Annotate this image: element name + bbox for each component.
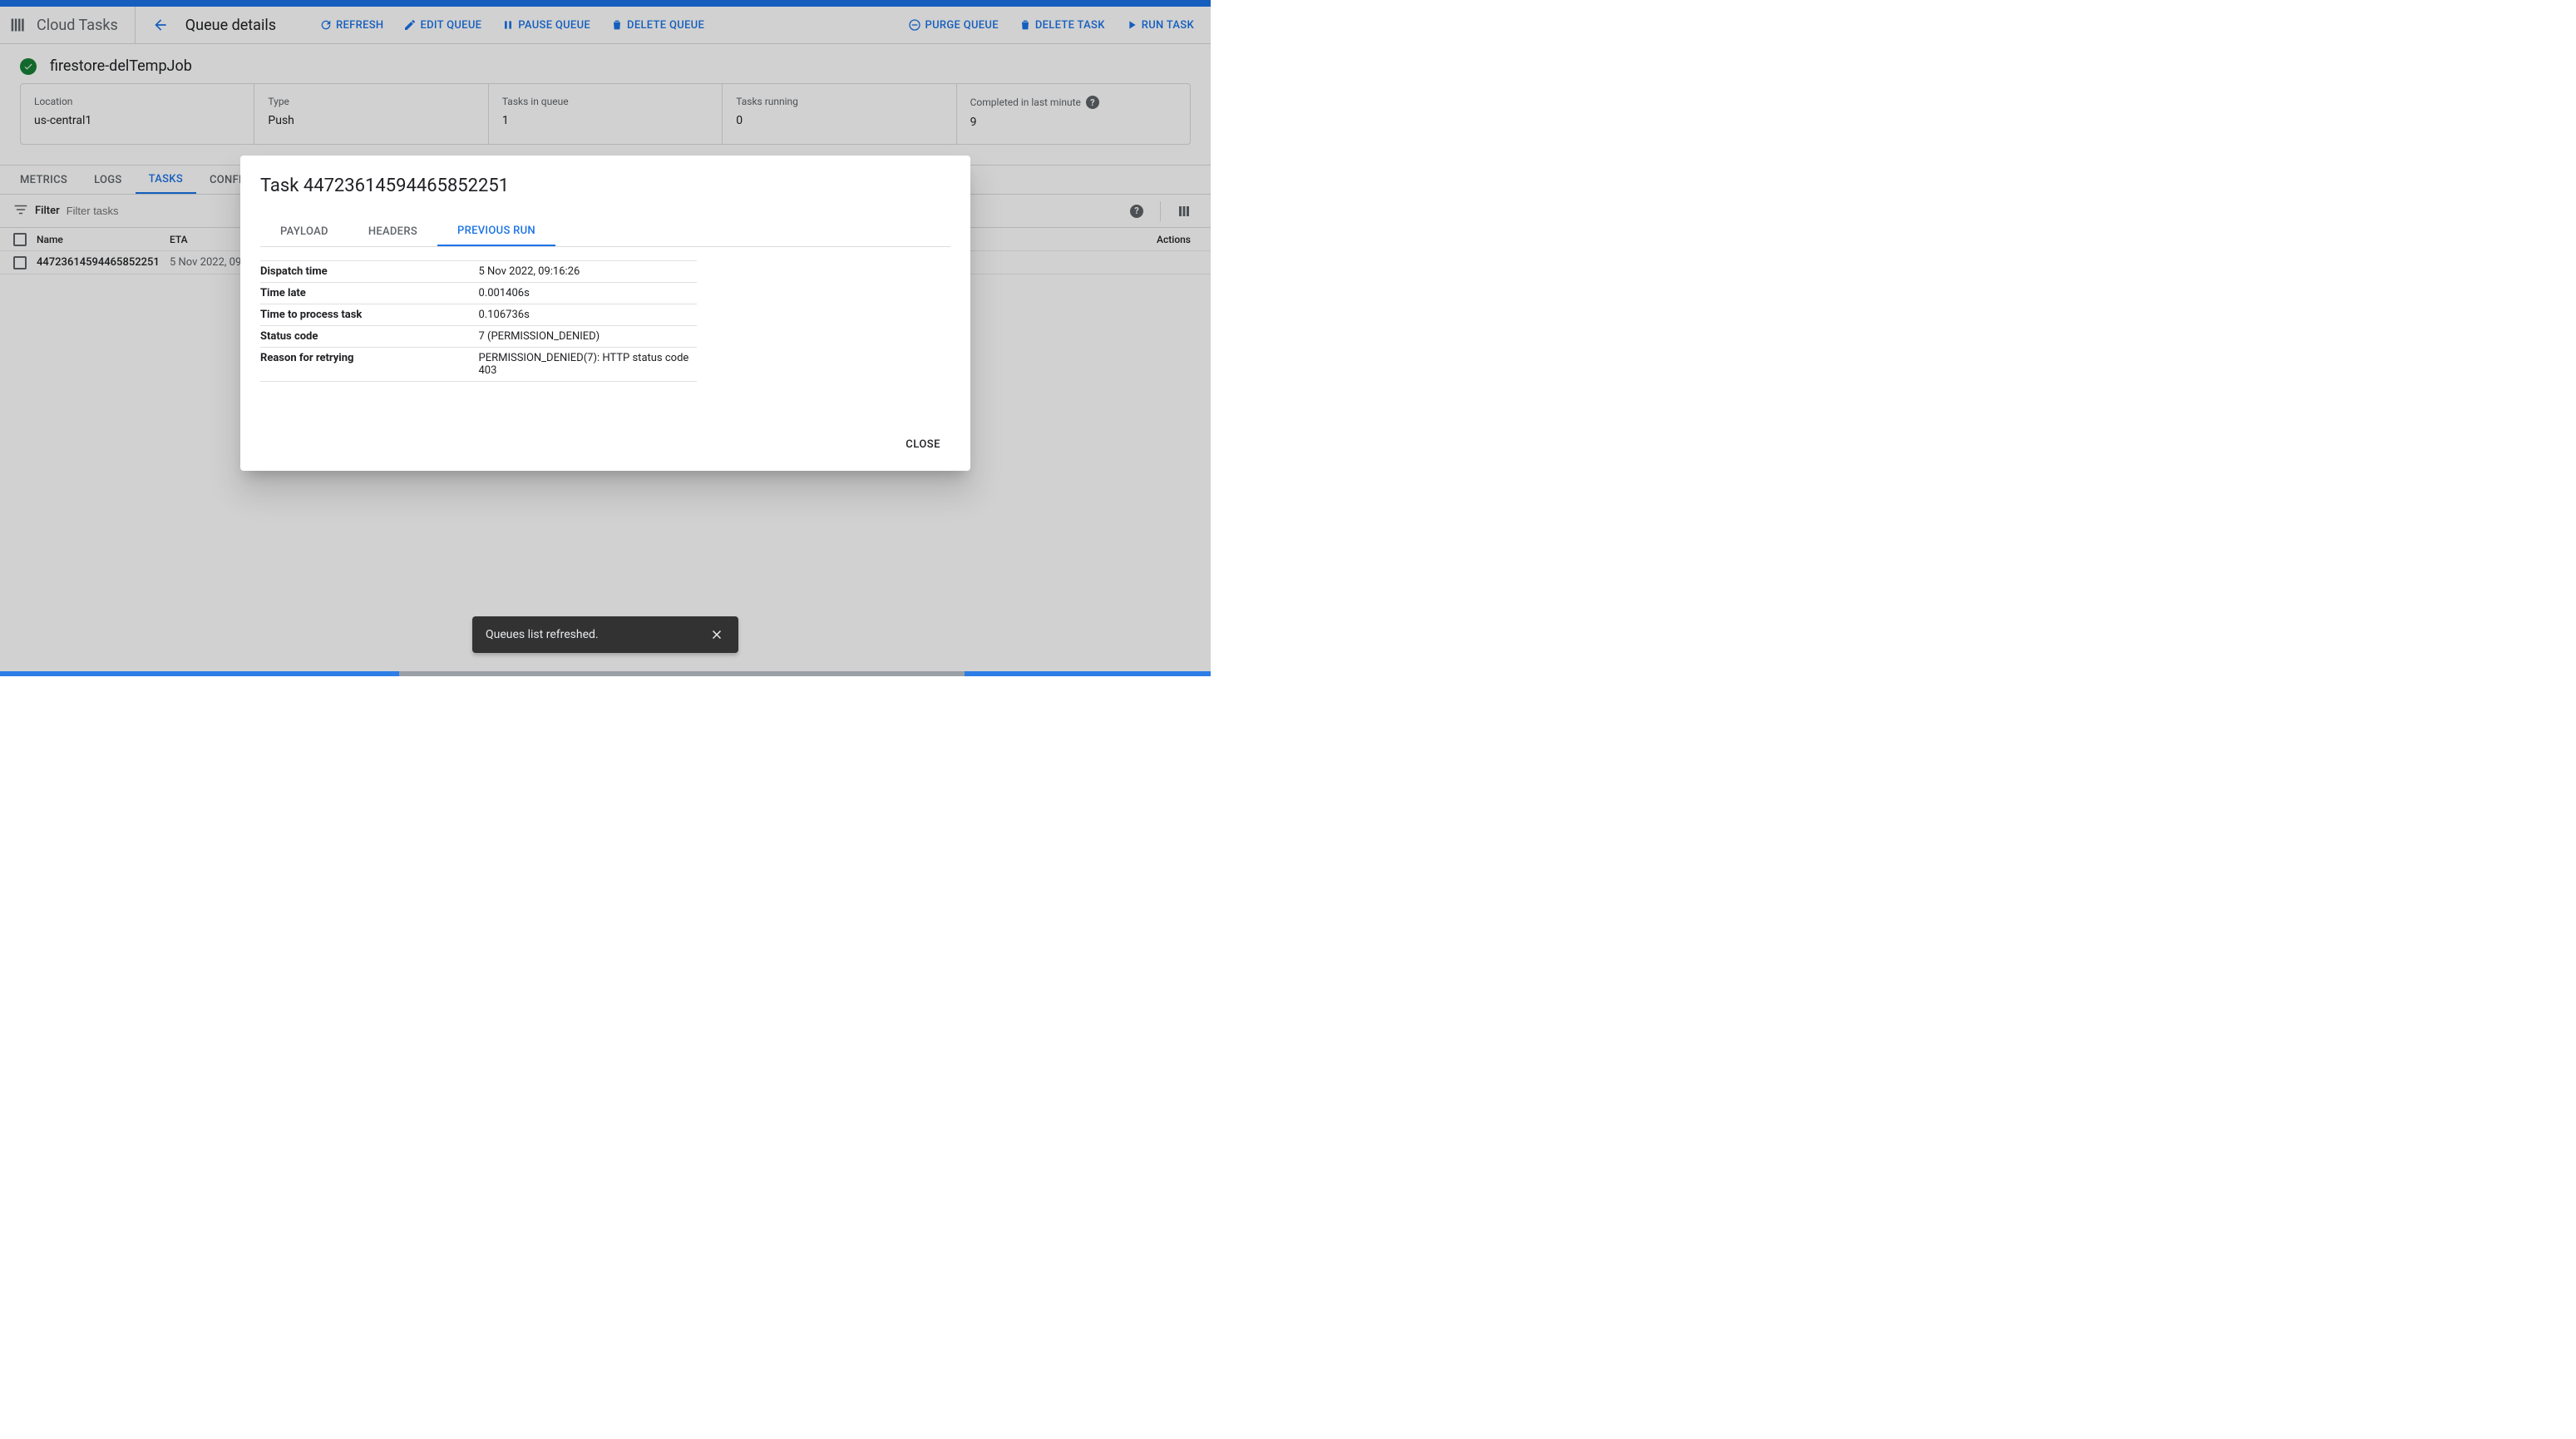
dialog-title: Task 44723614594465852251 (260, 176, 950, 196)
snackbar: Queues list refreshed. (472, 616, 738, 653)
dialog-tab-payload[interactable]: PAYLOAD (260, 216, 348, 246)
kv-key: Reason for retrying (260, 352, 479, 377)
dialog-tab-previous-run[interactable]: PREVIOUS RUN (437, 216, 555, 246)
kv-key: Status code (260, 330, 479, 343)
close-button[interactable]: CLOSE (896, 432, 950, 457)
snackbar-close-icon[interactable] (702, 620, 732, 650)
dialog-tab-headers[interactable]: HEADERS (348, 216, 437, 246)
kv-val: 7 (PERMISSION_DENIED) (479, 330, 698, 343)
scrollbar-thumb[interactable] (399, 671, 965, 676)
kv-key: Time late (260, 287, 479, 299)
kv-val: 0.001406s (479, 287, 698, 299)
previous-run-table: Dispatch time5 Nov 2022, 09:16:26 Time l… (260, 260, 697, 382)
dialog-tabs: PAYLOAD HEADERS PREVIOUS RUN (260, 216, 950, 247)
snackbar-message: Queues list refreshed. (486, 628, 702, 641)
modal-overlay[interactable]: Task 44723614594465852251 PAYLOAD HEADER… (0, 0, 1211, 676)
task-dialog: Task 44723614594465852251 PAYLOAD HEADER… (240, 156, 970, 471)
kv-val: 5 Nov 2022, 09:16:26 (479, 265, 698, 278)
kv-val: PERMISSION_DENIED(7): HTTP status code 4… (479, 352, 698, 377)
kv-val: 0.106736s (479, 309, 698, 321)
kv-key: Time to process task (260, 309, 479, 321)
kv-key: Dispatch time (260, 265, 479, 278)
